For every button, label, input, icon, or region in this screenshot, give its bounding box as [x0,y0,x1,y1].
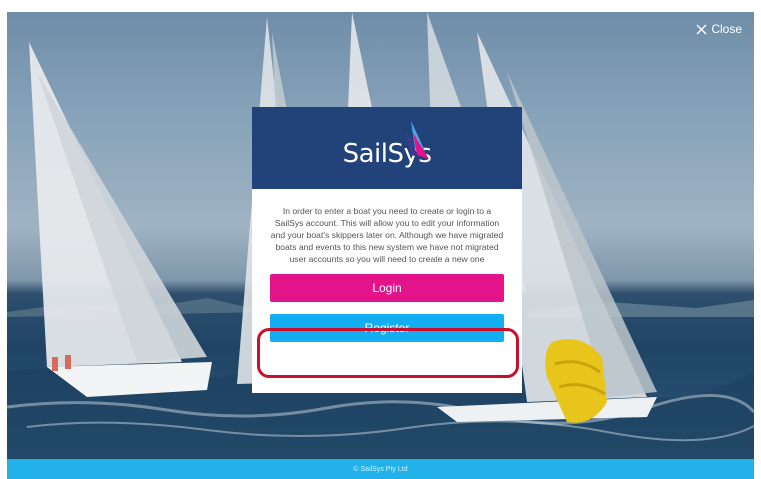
login-modal: SailSys In order to enter a boat you nee… [252,107,522,393]
close-icon [696,23,707,35]
register-button[interactable]: Register [270,314,504,342]
sailsys-logo: SailSys [343,121,432,169]
sail-icon [404,121,429,159]
copyright-text: © SailSys Pty Ltd [353,465,408,473]
close-label: Close [711,22,742,36]
modal-message: In order to enter a boat you need to cre… [270,206,504,264]
close-button[interactable]: Close [696,22,742,36]
modal-body: In order to enter a boat you need to cre… [252,189,522,265]
modal-header: SailSys [252,107,522,189]
login-button[interactable]: Login [270,274,504,302]
footer: © SailSys Pty Ltd [7,459,754,479]
